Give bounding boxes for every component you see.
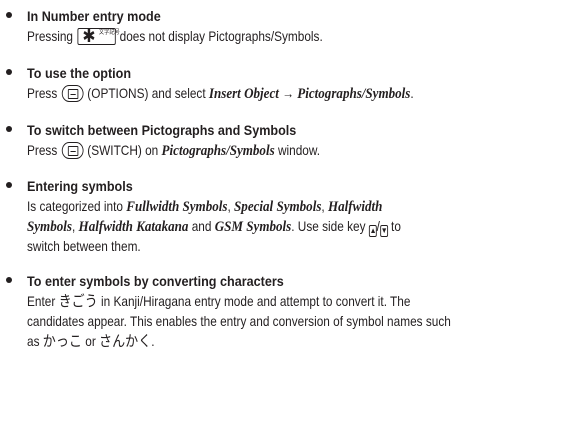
note-text-line: Enter きごう in Kanji/Hiragana entry mode a… [27,292,411,310]
note-text-line: Press (SWITCH) on Pictographs/Symbols wi… [27,142,321,159]
note-text-line: Pressing ✱ 文字記号 does not display Pictogra… [27,26,323,46]
bullet-point [6,277,12,283]
note-text-line: Symbols, Halfwidth Katakana and GSM Symb… [27,219,401,237]
note-heading: To switch between Pictographs and Symbol… [27,122,297,138]
note-text-line: as かっこ or さんかく. [27,332,155,350]
bullet-point [6,12,12,18]
note-text-line: switch between them. [27,239,141,254]
note-heading: To use the option [27,65,132,81]
side-key-up-icon: ▲ [368,225,377,237]
note-text-line: Is categorized into Fullwidth Symbols, S… [27,199,383,215]
side-key-down-icon: ▼ [379,225,388,237]
star-key-icon: ✱ 文字記号 [77,26,120,46]
bullet-point [6,69,12,75]
note-heading: In Number entry mode [27,8,161,24]
manual-page: In Number entry mode Pressing ✱ 文字記号 does… [0,0,571,424]
arrow-right-icon: → [282,86,294,101]
mail-key-icon [61,142,84,159]
bullet-point [6,182,12,188]
note-text-line: candidates appear. This enables the entr… [27,314,451,329]
note-text-line: Press (OPTIONS) and select Insert Object… [27,85,414,102]
bullet-point [6,126,12,132]
mail-key-icon [61,85,84,102]
note-heading: To enter symbols by converting character… [27,273,284,289]
note-heading: Entering symbols [27,178,133,194]
